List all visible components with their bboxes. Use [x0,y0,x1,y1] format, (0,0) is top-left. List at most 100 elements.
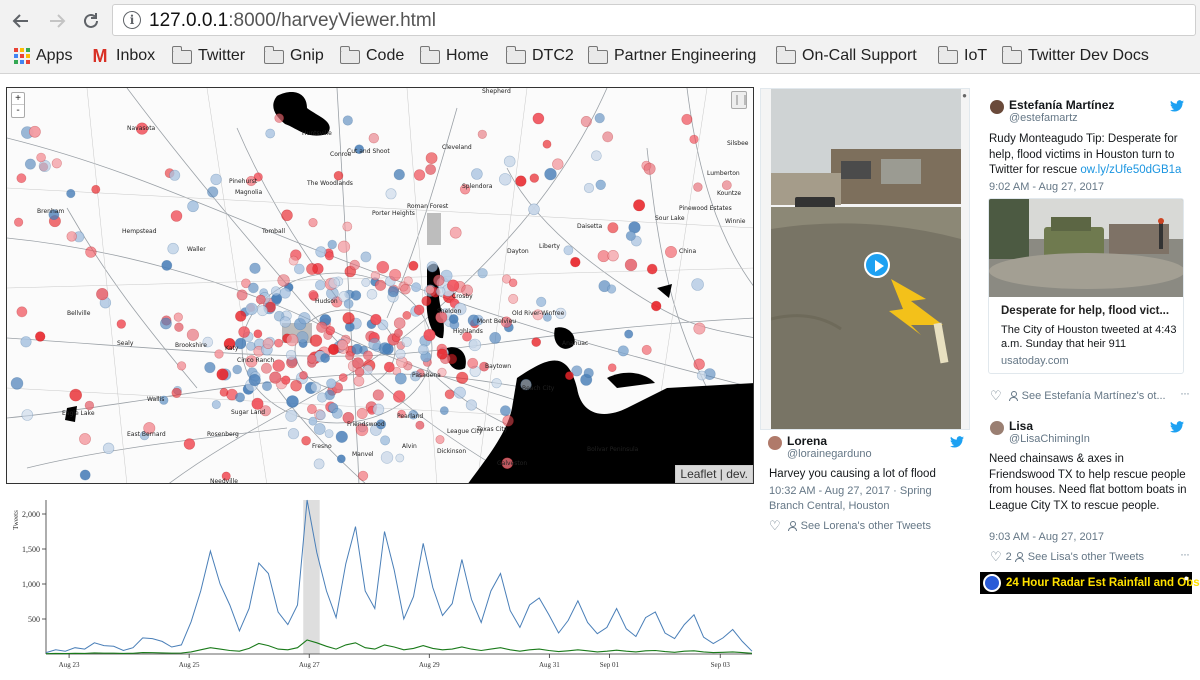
tweet-dot[interactable] [84,400,95,411]
tweet-dot[interactable] [91,184,101,194]
tweet-dot[interactable] [262,381,273,392]
tweet-dot[interactable] [625,230,636,241]
tweet-dot[interactable] [20,336,32,348]
tweet-dot[interactable] [370,313,382,326]
tweet-dot[interactable] [471,168,483,180]
bookmark-twitter-dev-docs[interactable]: Twitter Dev Docs [1001,42,1149,70]
tweet-dot[interactable] [435,286,446,297]
tweet-dot[interactable] [693,322,706,335]
tweet-dot[interactable] [170,210,183,222]
tweet-dot[interactable] [403,276,413,286]
tweet-dot[interactable] [342,312,355,325]
tweet-dot[interactable] [326,378,337,389]
tweet-dot[interactable] [299,370,308,380]
tweet-dot[interactable] [421,296,432,307]
tweet-dot[interactable] [207,186,219,198]
see-other-tweets-link[interactable]: See Lisa's other Tweets [1028,551,1144,563]
tweet-dot[interactable] [173,312,183,322]
tweet-dot[interactable] [337,339,348,351]
tweet-dot[interactable] [366,289,378,300]
tweet-dot[interactable] [529,173,539,183]
tweet-dot[interactable] [489,331,502,344]
tweet-dot[interactable] [296,331,309,344]
author-handle[interactable]: @lorainegarduno [787,448,872,460]
tweet-dot[interactable] [161,259,173,271]
tweet-dot[interactable] [255,294,266,305]
tweet-dot[interactable] [285,349,297,361]
url-text[interactable]: 127.0.0.1:8000/harveyViewer.html [149,10,436,32]
tweet-dot[interactable] [508,293,519,304]
tweet-dot[interactable] [324,251,334,261]
tweet-dot[interactable] [502,415,514,427]
tweet-dot[interactable] [281,209,293,222]
tweet-author-lisa[interactable]: Lisa @LisaChimingIn [990,419,1090,445]
like-heart-icon[interactable]: ♡ [990,388,1002,404]
reload-button[interactable] [78,8,104,34]
tweet-dot[interactable] [310,381,322,393]
tweet-dot[interactable] [465,399,478,411]
author-handle[interactable]: @estefamartz [1009,112,1114,124]
tweet-dot[interactable] [216,368,229,381]
bookmark-iot[interactable]: IoT [937,42,987,70]
tweet-dot[interactable] [186,328,199,341]
tweet-dot[interactable] [456,371,469,384]
tweet-dot[interactable] [425,285,435,295]
tweet-dot[interactable] [28,125,41,138]
tweet-dot[interactable] [262,338,274,349]
tweet-dot[interactable] [313,423,326,435]
video-tweet-media[interactable]: ● [760,88,970,430]
tweet-dot[interactable] [633,199,646,212]
tweet-timestamp[interactable]: 10:32 AM - Aug 27, 2017 · Spring Branch … [769,484,959,514]
tweet-dot[interactable] [211,400,221,410]
info-icon[interactable]: ● [962,91,967,100]
tweet-dot[interactable] [563,245,574,256]
avatar[interactable] [990,421,1004,435]
tweet-dot[interactable] [693,358,705,370]
tweet-dot[interactable] [285,409,298,422]
tweet-dot[interactable] [641,344,652,355]
tweet-dot[interactable] [477,129,487,139]
tweet-dot[interactable] [531,337,542,347]
tweet-dot[interactable] [102,442,115,454]
tweet-dot[interactable] [385,188,397,200]
tweet-dot[interactable] [389,268,402,281]
tweet-dot[interactable] [354,367,365,377]
author-handle[interactable]: @LisaChimingIn [1009,433,1090,445]
tweet-dot[interactable] [360,251,372,263]
tweet-dot[interactable] [235,310,247,322]
tweet-dot[interactable] [293,263,305,275]
tweet-dot[interactable] [544,167,557,181]
tweet-dot[interactable] [248,374,261,387]
tweet-dot[interactable] [269,371,282,384]
tweet-dot[interactable] [253,329,263,339]
tweet-timestamp[interactable]: 9:03 AM - Aug 27, 2017 [989,530,1104,545]
tweet-dot[interactable] [591,150,602,161]
tweet-dot[interactable] [249,262,261,274]
tweet-dot[interactable] [646,263,658,275]
tweet-dot[interactable] [444,389,455,400]
tweet-dot[interactable] [565,371,574,381]
tweet-dot[interactable] [624,258,638,272]
tweet-dot[interactable] [69,388,82,402]
tweet-dot[interactable] [281,375,291,385]
tweet-dot[interactable] [260,362,272,374]
tweet-dot[interactable] [351,343,363,355]
tweet-dot[interactable] [408,260,419,271]
tweet-dot[interactable] [374,279,387,291]
tweet-dot[interactable] [503,155,516,168]
tweet-dot[interactable] [499,405,511,417]
tweet-timestamp[interactable]: 9:02 AM - Aug 27, 2017 [989,180,1104,195]
tweet-dot[interactable] [159,317,172,330]
tweet-dot[interactable] [315,410,326,421]
tweet-dot[interactable] [277,274,290,287]
tweet-dot[interactable] [395,453,405,463]
tweet-dot[interactable] [361,278,371,288]
tweet-dot[interactable] [693,182,703,192]
tweet-dot[interactable] [16,306,28,318]
tweet-dot[interactable] [10,377,24,390]
tweet-dot[interactable] [383,361,395,373]
site-info-icon[interactable]: i [123,11,141,29]
tweet-dot[interactable] [335,430,348,443]
tweet-dot[interactable] [236,289,248,301]
tweet-dot[interactable] [353,375,365,387]
